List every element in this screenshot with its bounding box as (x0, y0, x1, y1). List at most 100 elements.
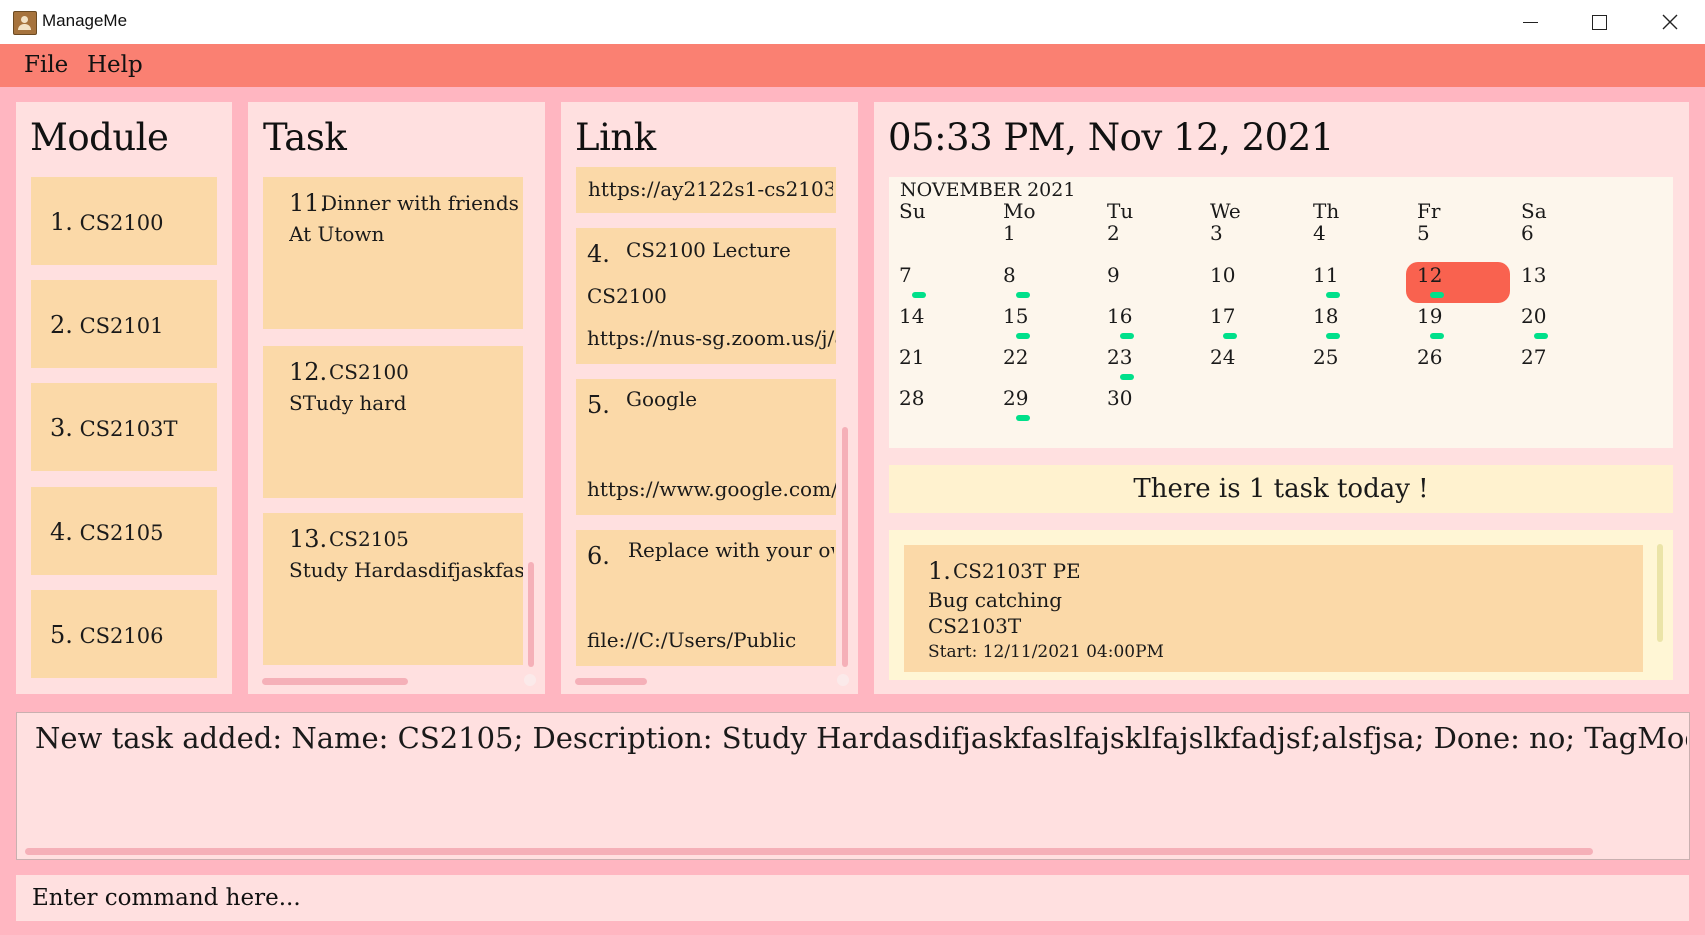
calendar-day-4[interactable]: 4 (1313, 221, 1326, 245)
command-box (16, 875, 1689, 921)
link-panel: Link https://ay2122s1-cs2103t-w11-3 4. C… (561, 102, 858, 694)
link-scroll-corner (837, 674, 849, 686)
calendar-weekday-th: Th (1313, 199, 1340, 223)
menu-bar: File Help (0, 44, 1705, 87)
calendar-day-29[interactable]: 29 (1003, 386, 1028, 410)
task-indicator-dot (1430, 292, 1444, 298)
task-scrollbar-horizontal[interactable] (262, 678, 408, 685)
task-card[interactable]: 11. Dinner with friends At Utown (263, 177, 523, 329)
module-card[interactable]: 4. CS2105 (31, 487, 217, 575)
calendar-day-23[interactable]: 23 (1107, 345, 1132, 369)
task-description: STudy hard (289, 391, 407, 415)
task-panel-title: Task (263, 116, 347, 159)
calendar-weekday-tu: Tu (1107, 199, 1134, 223)
task-card[interactable]: 13. CS2105 Study Hardasdifjaskfaslfajs (263, 513, 523, 665)
minimize-button[interactable] (1496, 0, 1564, 44)
calendar-day-18[interactable]: 18 (1313, 304, 1338, 328)
calendar-day-11[interactable]: 11 (1313, 263, 1338, 287)
task-indicator-dot (1223, 333, 1237, 339)
menu-file[interactable]: File (24, 52, 68, 78)
task-card[interactable]: 12. CS2100 STudy hard (263, 346, 523, 498)
task-indicator-dot (1016, 333, 1030, 339)
calendar: NOVEMBER 2021 Su Mo Tu We Th Fr Sa 1 2 3 4 5 6 7 8 9 10 1… (889, 177, 1673, 448)
menu-help[interactable]: Help (87, 52, 143, 78)
calendar-day-10[interactable]: 10 (1210, 263, 1235, 287)
calendar-day-15[interactable]: 15 (1003, 304, 1028, 328)
calendar-day-24[interactable]: 24 (1210, 345, 1235, 369)
task-indicator-dot (1016, 415, 1030, 421)
link-index: 6. (587, 542, 610, 570)
link-url[interactable]: https://nus-sg.zoom.us/j/848 (587, 326, 836, 350)
calendar-month-label: NOVEMBER 2021 (900, 179, 1076, 201)
calendar-day-8[interactable]: 8 (1003, 263, 1016, 287)
task-index: 12. (289, 358, 328, 386)
calendar-day-13[interactable]: 13 (1521, 263, 1546, 287)
module-panel: Module 1. CS2100 2. CS2101 3. CS2103T 4.… (16, 102, 232, 694)
link-url: https://ay2122s1-cs2103t-w11-3 (588, 177, 833, 201)
calendar-day-16[interactable]: 16 (1107, 304, 1132, 328)
link-url[interactable]: https://www.google.com/ (587, 477, 836, 501)
module-name: CS2105 (79, 521, 164, 545)
task-indicator-dot (1120, 333, 1134, 339)
module-index: 2. (50, 311, 73, 339)
task-indicator-dot (1016, 292, 1030, 298)
calendar-day-9[interactable]: 9 (1107, 263, 1120, 287)
calendar-day-14[interactable]: 14 (899, 304, 924, 328)
calendar-day-20[interactable]: 20 (1521, 304, 1546, 328)
link-scrollbar-vertical[interactable] (842, 427, 848, 667)
today-task-list: 1. CS2103T PE Bug catching CS2103T Start… (889, 530, 1673, 680)
task-description: At Utown (289, 222, 385, 246)
task-indicator-dot (1326, 333, 1340, 339)
task-name: CS2105 (329, 527, 409, 551)
result-scrollbar-horizontal[interactable] (25, 848, 1593, 855)
title-bar: ManageMe (0, 0, 1705, 44)
link-card-partial[interactable]: https://ay2122s1-cs2103t-w11-3 (576, 167, 836, 213)
today-scrollbar-vertical[interactable] (1657, 544, 1663, 642)
link-card[interactable]: 5. Google https://www.google.com/ (576, 379, 836, 515)
calendar-day-5[interactable]: 5 (1417, 221, 1430, 245)
link-url[interactable]: file://C:/Users/Public (587, 628, 836, 652)
task-indicator-dot (912, 292, 926, 298)
module-card[interactable]: 5. CS2106 (31, 590, 217, 678)
task-name: CS2100 (329, 360, 409, 384)
calendar-day-19[interactable]: 19 (1417, 304, 1442, 328)
close-button[interactable] (1636, 0, 1704, 44)
module-index: 5. (50, 621, 73, 649)
link-index: 5. (587, 391, 610, 419)
task-indicator-dot (1534, 333, 1548, 339)
link-scrollbar-horizontal[interactable] (575, 678, 647, 685)
module-card[interactable]: 2. CS2101 (31, 280, 217, 368)
maximize-button[interactable] (1565, 0, 1633, 44)
task-scrollbar-vertical[interactable] (528, 562, 534, 667)
link-name: Replace with your own (628, 538, 834, 562)
command-input[interactable] (16, 875, 1689, 921)
calendar-day-22[interactable]: 22 (1003, 345, 1028, 369)
task-indicator-dot (1430, 333, 1444, 339)
calendar-day-1[interactable]: 1 (1003, 221, 1016, 245)
calendar-day-21[interactable]: 21 (899, 345, 924, 369)
module-name: CS2100 (79, 211, 164, 235)
calendar-day-26[interactable]: 26 (1417, 345, 1442, 369)
calendar-day-3[interactable]: 3 (1210, 221, 1223, 245)
calendar-day-27[interactable]: 27 (1521, 345, 1546, 369)
calendar-day-7[interactable]: 7 (899, 263, 912, 287)
calendar-day-25[interactable]: 25 (1313, 345, 1338, 369)
task-index: 13. (289, 525, 328, 553)
module-card[interactable]: 1. CS2100 (31, 177, 217, 265)
window-title: ManageMe (42, 11, 128, 30)
calendar-day-17[interactable]: 17 (1210, 304, 1235, 328)
calendar-weekday-fr: Fr (1417, 199, 1441, 223)
module-card[interactable]: 3. CS2103T (31, 383, 217, 471)
today-task-card[interactable]: 1. CS2103T PE Bug catching CS2103T Start… (904, 545, 1643, 672)
today-banner-text: There is 1 task today ! (1133, 474, 1429, 504)
calendar-weekday-sa: Sa (1521, 199, 1547, 223)
link-card[interactable]: 4. CS2100 Lecture CS2100 https://nus-sg.… (576, 228, 836, 364)
today-task-index: 1. (928, 557, 951, 585)
calendar-day-12[interactable]: 12 (1417, 263, 1442, 287)
calendar-day-2[interactable]: 2 (1107, 221, 1120, 245)
link-card[interactable]: 6. Replace with your own file://C:/Users… (576, 530, 836, 666)
calendar-day-28[interactable]: 28 (899, 386, 924, 410)
module-name: CS2106 (79, 624, 164, 648)
calendar-day-6[interactable]: 6 (1521, 221, 1534, 245)
calendar-day-30[interactable]: 30 (1107, 386, 1132, 410)
